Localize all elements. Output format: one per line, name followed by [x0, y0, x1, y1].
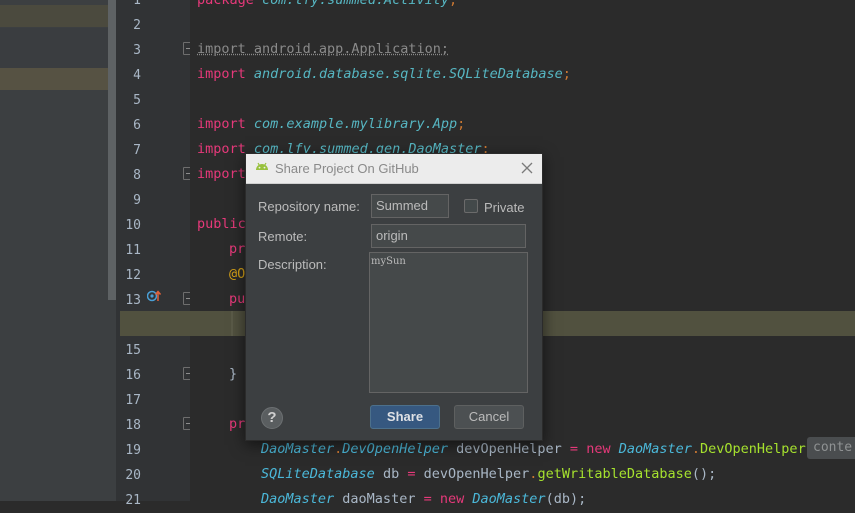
code-class: SQLiteDatabase — [261, 466, 375, 482]
project-tree-item-selected[interactable] — [0, 68, 108, 90]
code-method: getWritableDatabase — [537, 466, 692, 482]
code-variable: db — [382, 466, 400, 482]
code-variable: daoMaster — [342, 491, 416, 507]
share-on-github-dialog[interactable]: Share Project On GitHub Repository name:… — [245, 153, 543, 441]
code-rest: (); — [691, 466, 717, 482]
code-line-3[interactable]: import android.app.Application; — [197, 37, 449, 62]
project-scrollbar[interactable] — [108, 0, 116, 300]
line-number: 3 — [133, 43, 141, 58]
code-line-4[interactable]: import android.database.sqlite.SQLiteDat… — [197, 62, 571, 87]
code-semicolon: ; — [562, 66, 571, 82]
code-line-18[interactable]: pr — [229, 412, 245, 437]
code-semicolon: ; — [448, 0, 458, 8]
code-class: DaoMaster — [261, 491, 335, 507]
line-number: 1 — [133, 0, 141, 8]
line-number: 12 — [125, 268, 141, 283]
code-line-10[interactable]: public — [197, 212, 246, 237]
dialog-title-bar[interactable]: Share Project On GitHub — [246, 154, 542, 184]
line-number: 4 — [133, 68, 141, 83]
private-label: Private — [484, 200, 525, 215]
line-number: 13 — [125, 293, 141, 308]
line-number: 8 — [133, 168, 141, 183]
line-number: 10 — [125, 218, 141, 233]
code-line-1[interactable]: package com.lfy.summed.Activity; — [197, 0, 457, 13]
code-package: com.example.mylibrary.App — [253, 116, 458, 132]
code-operator: = — [569, 441, 579, 457]
line-number: 2 — [133, 18, 141, 33]
code-rest: (db); — [545, 491, 587, 507]
code-unused-import: import android.app.Application; — [197, 41, 449, 57]
android-icon — [256, 162, 268, 170]
code-keyword: import — [197, 66, 246, 82]
private-checkbox[interactable] — [464, 199, 478, 213]
code-class: DaoMaster — [261, 441, 335, 457]
dialog-title: Share Project On GitHub — [275, 161, 419, 176]
code-line-11[interactable]: pr — [229, 237, 245, 262]
code-line-21[interactable]: DaoMaster daoMaster = new DaoMaster(db); — [261, 487, 586, 512]
share-button[interactable]: Share — [370, 405, 440, 429]
code-keyword: import — [197, 166, 246, 182]
line-number: 16 — [125, 368, 141, 383]
description-textarea[interactable]: mySun — [369, 252, 528, 393]
line-number: 20 — [125, 468, 141, 483]
override-method-icon[interactable] — [147, 289, 161, 303]
code-keyword: new — [586, 441, 611, 457]
repository-name-input[interactable]: Summed — [371, 194, 449, 218]
code-keyword: pu — [229, 291, 246, 307]
code-line-8[interactable]: import — [197, 162, 246, 187]
code-semicolon: ; — [457, 116, 466, 132]
line-number: 5 — [133, 93, 141, 108]
code-operator: = — [407, 466, 416, 482]
line-number: 15 — [125, 343, 141, 358]
code-keyword: new — [439, 491, 465, 507]
code-class: DevOpenHelper — [342, 441, 448, 457]
line-number: 19 — [125, 443, 141, 458]
code-line-13[interactable]: pu — [229, 287, 245, 312]
code-annotation: @O — [229, 266, 246, 282]
code-line-6[interactable]: import com.example.mylibrary.App; — [197, 112, 465, 137]
line-number: 7 — [133, 143, 141, 158]
code-line-16[interactable]: } — [229, 362, 237, 387]
code-line-20[interactable]: SQLiteDatabase db = devOpenHelper.getWri… — [261, 462, 716, 487]
parameter-hint: conte — [807, 437, 855, 459]
line-number: 18 — [125, 418, 141, 433]
close-icon[interactable] — [518, 159, 536, 177]
remote-label: Remote: — [258, 229, 308, 244]
code-class: DaoMaster — [472, 491, 546, 507]
line-number: 9 — [133, 193, 141, 208]
line-number: 17 — [125, 393, 141, 408]
code-brace: } — [229, 366, 238, 382]
project-panel[interactable] — [0, 0, 108, 501]
description-label: Description: — [258, 257, 327, 272]
code-package: com.lfy.summed.Activity — [262, 0, 449, 8]
remote-input[interactable]: origin — [371, 224, 526, 248]
code-variable: devOpenHelper — [456, 441, 562, 457]
code-variable: devOpenHelper — [423, 466, 530, 482]
project-tree-item[interactable] — [0, 5, 108, 27]
project-scroll-track — [108, 300, 116, 501]
code-constructor: DevOpenHelper — [700, 441, 806, 457]
line-number: 6 — [133, 118, 141, 133]
code-keyword: import — [197, 116, 246, 132]
help-button[interactable]: ? — [261, 407, 283, 429]
repository-name-label: Repository name: — [258, 199, 360, 214]
line-number: 11 — [125, 243, 141, 258]
code-keyword: public — [197, 216, 246, 232]
cancel-button[interactable]: Cancel — [454, 405, 524, 429]
code-class: DaoMaster — [618, 441, 692, 457]
code-keyword: pr — [229, 241, 246, 257]
code-package: android.database.sqlite.SQLiteDatabase — [253, 66, 563, 82]
code-operator: = — [423, 491, 432, 507]
code-keyword: pr — [229, 416, 246, 432]
code-keyword: package — [197, 0, 254, 8]
code-keyword: import — [197, 141, 246, 157]
text-caret — [231, 311, 233, 336]
code-line-12[interactable]: @O — [229, 262, 245, 287]
